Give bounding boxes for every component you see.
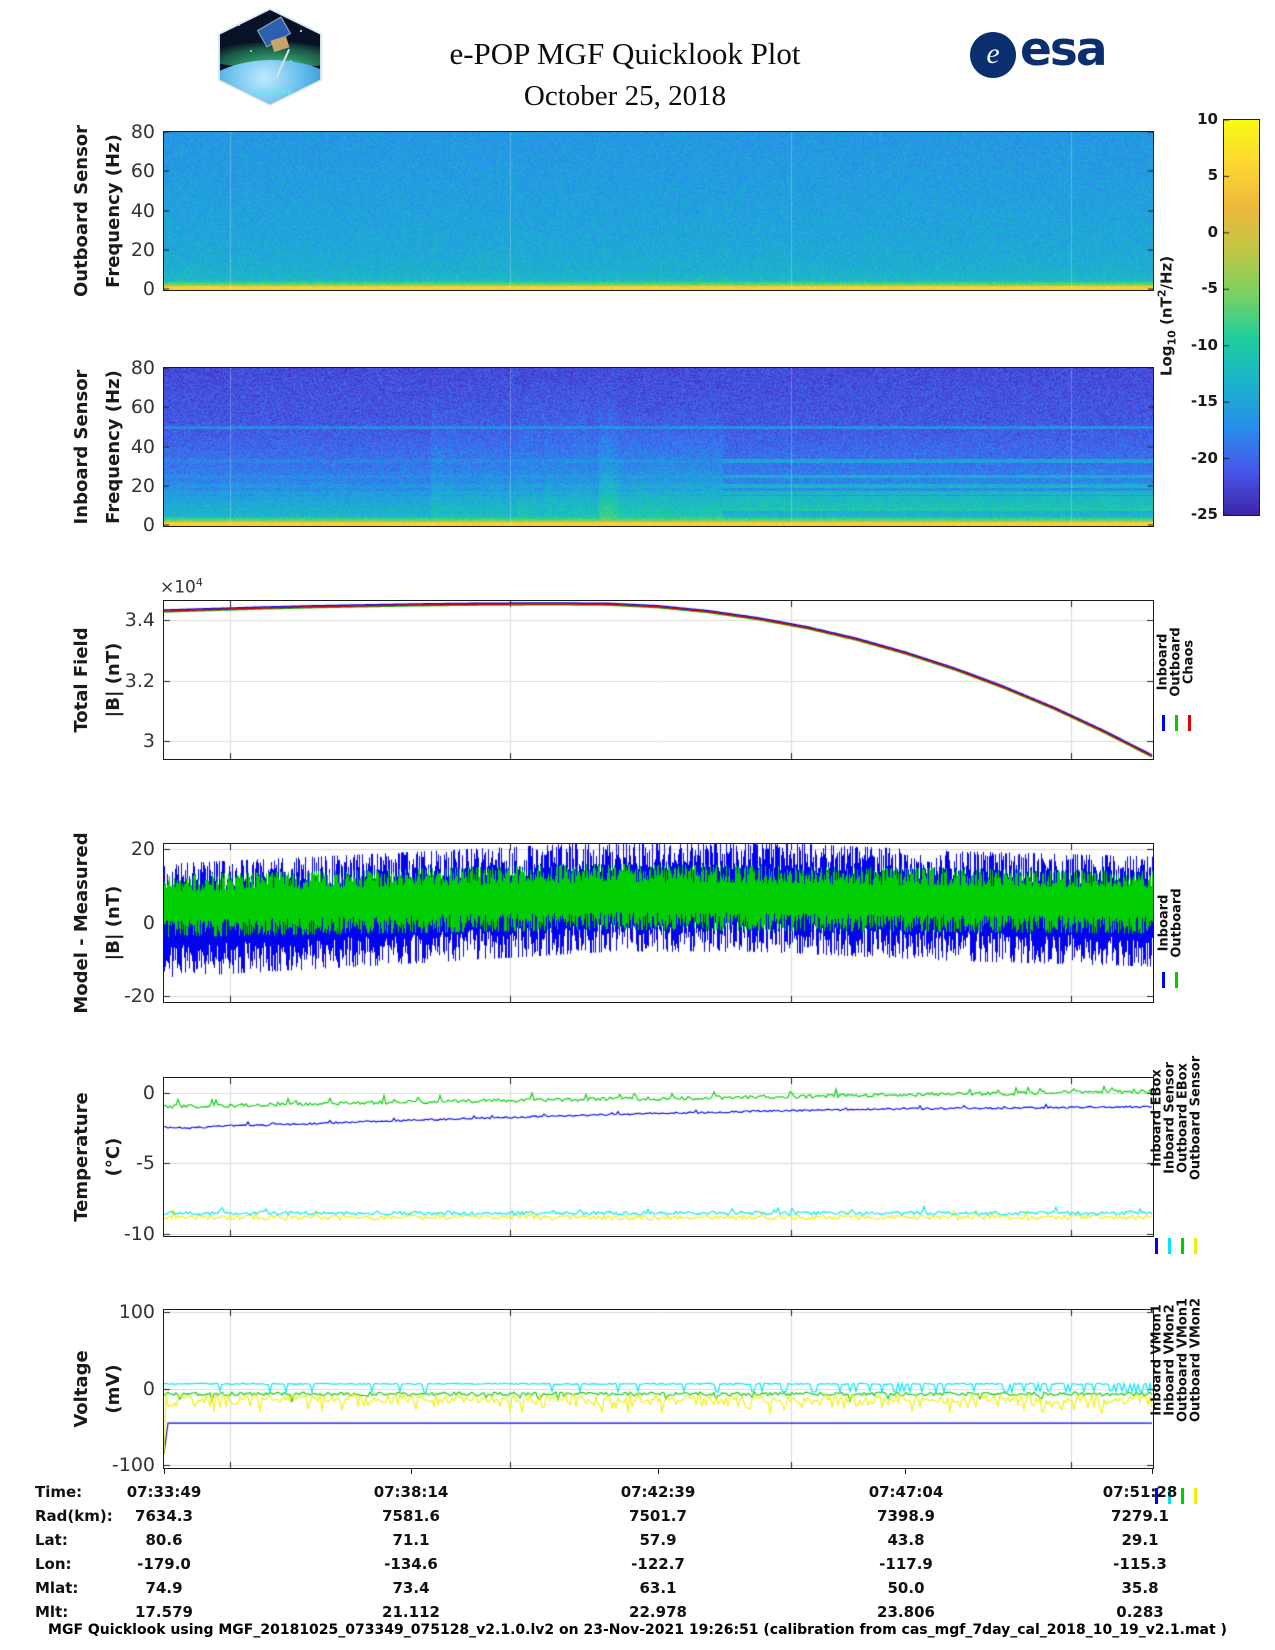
- star-icon: [300, 30, 302, 32]
- colorbar-tick-label: 5: [1207, 166, 1218, 185]
- table-row-label: Rad(km):: [35, 1507, 113, 1525]
- outboard-spectrogram-panel: [163, 131, 1154, 291]
- table-cell: 7398.9: [877, 1507, 935, 1525]
- legend-marker-icon: [1181, 1488, 1184, 1504]
- table-cell: 7501.7: [629, 1507, 687, 1525]
- table-cell: 07:38:14: [373, 1483, 449, 1501]
- table-cell: 80.6: [145, 1531, 183, 1549]
- table-cell: 71.1: [392, 1531, 430, 1549]
- colorbar-tick-label: -10: [1190, 335, 1218, 354]
- axis-label-voltage: Voltage (mV): [70, 1350, 124, 1428]
- table-cell: 0.283: [1116, 1603, 1164, 1621]
- table-row-label: Time:: [35, 1483, 83, 1501]
- table-cell: 7581.6: [382, 1507, 440, 1525]
- legend-label-chaos: Chaos: [1181, 639, 1197, 685]
- table-cell: 57.9: [639, 1531, 677, 1549]
- colorbar-tick-label: 10: [1197, 110, 1218, 128]
- table-cell: -134.6: [384, 1555, 438, 1573]
- outboard-spectrogram-canvas: [164, 132, 1153, 290]
- table-cell: 23.806: [877, 1603, 935, 1621]
- colorbar-tick-label: -25: [1190, 505, 1218, 523]
- axis-label-outboard-spectrogram: Outboard Sensor Frequency (Hz): [70, 124, 124, 298]
- table-cell: 17.579: [135, 1603, 193, 1621]
- legend-marker-icon: [1187, 715, 1191, 731]
- axis-label-total-field: Total Field |B| (nT): [70, 627, 124, 733]
- time-axis-tick: [411, 1468, 412, 1474]
- table-cell: -115.3: [1113, 1555, 1167, 1573]
- table-cell: 35.8: [1121, 1579, 1159, 1597]
- temperature-canvas: [164, 1078, 1153, 1236]
- y-tick-label: 3: [142, 730, 155, 753]
- table-cell: 50.0: [887, 1579, 925, 1597]
- colorbar-label: Log10 (nT2/Hz): [1155, 255, 1179, 377]
- time-axis-tick: [905, 1468, 906, 1474]
- legend-marker-icon: [1175, 972, 1178, 988]
- total-field-panel: [163, 600, 1154, 760]
- footer-provenance-text: MGF Quicklook using MGF_20181025_073349_…: [48, 1622, 1227, 1638]
- table-cell: 21.112: [382, 1603, 440, 1621]
- y-tick-label: 100: [118, 1300, 155, 1323]
- colorbar-tick-label: -20: [1190, 448, 1218, 467]
- axis-label-temperature: Temperature (°C): [70, 1092, 124, 1222]
- table-cell: 74.9: [145, 1579, 183, 1597]
- table-cell: -122.7: [631, 1555, 685, 1573]
- table-cell: -179.0: [137, 1555, 191, 1573]
- colorbar-tick-label: -5: [1201, 279, 1218, 298]
- table-row-label: Mlt:: [35, 1603, 69, 1621]
- temperature-panel: [163, 1077, 1154, 1237]
- y-tick-label: -10: [123, 1222, 155, 1245]
- table-cell: 43.8: [887, 1531, 925, 1549]
- table-cell: 22.978: [629, 1603, 687, 1621]
- table-cell: 63.1: [639, 1579, 677, 1597]
- legend-marker-icon: [1161, 715, 1165, 731]
- axis-label-model-minus-measured: Model - Measured |B| (nT): [70, 832, 124, 1014]
- table-cell: 07:42:39: [620, 1483, 696, 1501]
- axis-label-inboard-spectrogram: Inboard Sensor Frequency (Hz): [70, 369, 124, 525]
- table-row-label: Mlat:: [35, 1579, 79, 1597]
- legend-marker-icon: [1194, 1238, 1197, 1254]
- table-cell: 07:51:28: [1102, 1483, 1178, 1501]
- voltage-canvas: [164, 1310, 1153, 1468]
- colorbar-tick-label: -15: [1190, 392, 1218, 411]
- page-title: e-POP MGF Quicklook Plot: [449, 36, 801, 71]
- total-field-exponent-label: ×104: [160, 576, 203, 598]
- colorbar: [1223, 119, 1260, 516]
- y-tick-label: -100: [111, 1454, 155, 1477]
- legend-marker-icon: [1194, 1488, 1197, 1504]
- legend-marker-icon: [1155, 1238, 1158, 1254]
- legend-label-outboard-sensor: Outboard Sensor: [1188, 1055, 1203, 1181]
- legend-marker-icon: [1174, 715, 1178, 731]
- table-row-label: Lon:: [35, 1555, 72, 1573]
- inboard-spectrogram-panel: [163, 367, 1154, 527]
- legend-label-outboard: Outboard: [1169, 888, 1184, 958]
- table-cell: 73.4: [392, 1579, 430, 1597]
- table-row-label: Lat:: [35, 1531, 68, 1549]
- table-cell: -117.9: [879, 1555, 933, 1573]
- model-minus-measured-panel: [163, 843, 1154, 1003]
- voltage-panel: [163, 1309, 1154, 1469]
- total-field-canvas: [164, 601, 1153, 759]
- time-axis-tick: [658, 1468, 659, 1474]
- model-minus-measured-canvas: [164, 844, 1153, 1002]
- time-axis-tick: [164, 1468, 165, 1474]
- table-cell: 7279.1: [1111, 1507, 1169, 1525]
- legend-label-outboard-vmon2: Outboard VMon2: [1188, 1297, 1203, 1423]
- inboard-spectrogram-canvas: [164, 368, 1153, 526]
- legend-marker-icon: [1168, 1238, 1171, 1254]
- esa-globe-icon: e: [970, 32, 1016, 78]
- colorbar-tick-label: 0: [1207, 222, 1218, 241]
- table-cell: 07:47:04: [868, 1483, 944, 1501]
- table-cell: 7634.3: [135, 1507, 193, 1525]
- legend-marker-icon: [1162, 972, 1165, 988]
- legend-marker-icon: [1181, 1238, 1184, 1254]
- epop-mgf-quicklook-page: CASSIOPE e-POP MGF Quicklook Plot Octobe…: [0, 0, 1275, 1650]
- esa-logo-text: esa: [1020, 22, 1108, 77]
- page-date-subtitle: October 25, 2018: [523, 80, 727, 112]
- table-cell: 29.1: [1121, 1531, 1159, 1549]
- time-axis-tick: [1152, 1468, 1153, 1474]
- table-cell: 07:33:49: [126, 1483, 202, 1501]
